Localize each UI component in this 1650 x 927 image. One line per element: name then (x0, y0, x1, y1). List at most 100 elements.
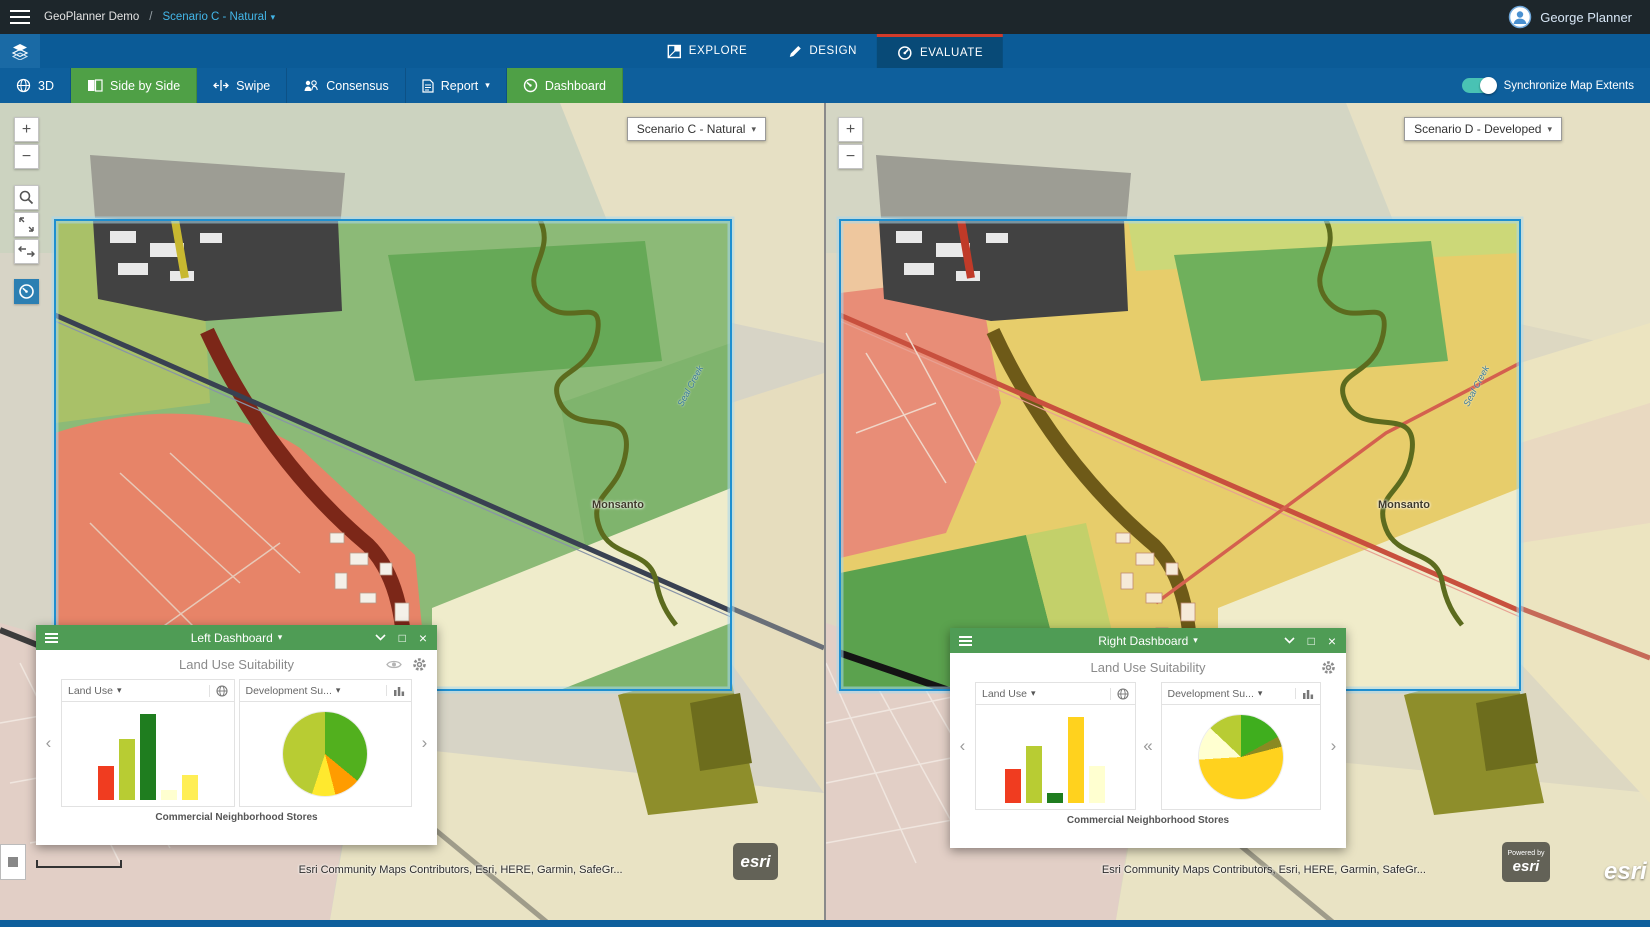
tab-evaluate[interactable]: EVALUATE (877, 34, 1003, 68)
tab-explore[interactable]: EXPLORE (647, 34, 768, 68)
zoom-out-button[interactable]: − (838, 144, 863, 169)
dashboard-gauge-icon (15, 280, 38, 303)
globe-icon[interactable] (209, 685, 228, 697)
carousel-prev-button[interactable]: ‹ (952, 682, 973, 810)
left-dashboard-title[interactable]: Left Dashboard ▾ (191, 631, 283, 645)
swipe-button[interactable]: Swipe (197, 68, 287, 103)
chevron-down-icon: ▾ (271, 12, 276, 23)
chevron-down-icon: ▾ (1031, 688, 1036, 699)
settings-gear-icon[interactable] (412, 657, 427, 672)
chevron-down-icon: ▾ (278, 632, 283, 643)
bar-segment (1026, 746, 1042, 803)
dashboard-menu-icon[interactable] (959, 636, 972, 645)
breadcrumb-separator: / (149, 11, 152, 23)
app-title: GeoPlanner Demo (44, 11, 139, 23)
zoom-in-button[interactable]: + (838, 117, 863, 142)
carousel-collapse-button[interactable]: « (1138, 682, 1159, 810)
chevron-down-icon: ▾ (751, 124, 756, 135)
carousel-next-button[interactable]: › (414, 679, 435, 807)
left-land-use-bar-chart (98, 702, 198, 806)
globe-icon[interactable] (1110, 688, 1129, 700)
map-attribution: Esri Community Maps Contributors, Esri, … (299, 864, 623, 876)
collapse-panel-icon[interactable] (375, 634, 386, 641)
full-extent-button[interactable] (14, 212, 39, 237)
right-map-pane: + − Scenario D - Developed ▾ Monsanto Se… (826, 103, 1650, 920)
land-use-chart-card: Land Use ▾ (61, 679, 235, 807)
bar-segment (1047, 793, 1063, 803)
bottom-accent-bar (0, 920, 1650, 927)
user-name[interactable]: George Planner (1540, 10, 1632, 25)
synchronize-extents-label: Synchronize Map Extents (1504, 80, 1634, 92)
zoom-out-button[interactable]: − (14, 144, 39, 169)
layers-panel-button[interactable] (0, 34, 40, 68)
layers-icon (11, 42, 29, 60)
collapse-panel-icon[interactable] (1284, 637, 1295, 644)
pencil-icon (787, 44, 802, 59)
expand-arrows-icon (15, 213, 38, 236)
carousel-next-button[interactable]: › (1323, 682, 1344, 810)
maximize-panel-icon[interactable]: □ (399, 632, 406, 644)
right-development-suitability-pie-chart (1199, 715, 1283, 799)
left-scenario-selector[interactable]: Scenario C - Natural ▾ (627, 117, 766, 141)
development-suitability-chart-card: Development Su... ▾ (1161, 682, 1322, 810)
settings-gear-icon[interactable] (1321, 660, 1336, 675)
consensus-button[interactable]: Consensus (287, 68, 406, 103)
corner-widget[interactable] (0, 844, 26, 880)
dashboard-menu-icon[interactable] (45, 633, 58, 642)
chevron-down-icon: ▾ (1258, 688, 1263, 699)
close-panel-icon[interactable]: × (1328, 635, 1336, 647)
left-development-suitability-pie-chart (283, 712, 367, 796)
maximize-panel-icon[interactable]: □ (1308, 635, 1315, 647)
breadcrumb-scenario-dropdown[interactable]: Scenario C - Natural ▾ (162, 11, 275, 23)
card-title[interactable]: Development Su... (1168, 688, 1254, 700)
side-by-side-button[interactable]: Side by Side (71, 68, 197, 103)
dashboard-button[interactable]: Dashboard (507, 68, 623, 103)
bar-segment (1068, 717, 1084, 803)
chevron-down-icon: ▾ (1547, 124, 1552, 135)
scale-bar (36, 860, 122, 868)
swipe-icon (213, 79, 229, 92)
search-tool-button[interactable] (14, 185, 39, 210)
powered-by-esri-logo[interactable]: Powered by esri (1502, 842, 1550, 882)
bar-segment (119, 739, 135, 800)
3d-button[interactable]: 3D (0, 68, 71, 103)
primary-nav-bar: EXPLORE DESIGN EVALUATE (0, 34, 1650, 68)
main-menu-icon[interactable] (10, 10, 30, 24)
development-suitability-chart-card: Development Su... ▾ (239, 679, 413, 807)
bar-chart-icon[interactable] (386, 685, 405, 696)
esri-logo[interactable]: esri (733, 843, 778, 880)
extent-nav-button[interactable] (14, 239, 39, 264)
card-title[interactable]: Land Use (68, 685, 113, 697)
dashboard-tool-button[interactable] (14, 279, 39, 304)
left-dashboard-header[interactable]: Left Dashboard ▾ □ × (36, 625, 437, 650)
right-dashboard-header[interactable]: Right Dashboard ▾ □ × (950, 628, 1346, 653)
right-scenario-selector[interactable]: Scenario D - Developed ▾ (1404, 117, 1562, 141)
land-use-chart-card: Land Use ▾ (975, 682, 1136, 810)
report-button[interactable]: Report ▾ (406, 68, 507, 103)
close-panel-icon[interactable]: × (419, 632, 427, 644)
left-map-pane: + − (0, 103, 824, 920)
esri-logo: esri (1604, 858, 1647, 886)
consensus-icon (303, 79, 319, 92)
card-title[interactable]: Development Su... (246, 685, 332, 697)
card-title[interactable]: Land Use (982, 688, 1027, 700)
evaluate-toolbar: 3D Side by Side Swipe Consens (0, 68, 1650, 103)
top-bar: GeoPlanner Demo / Scenario C - Natural ▾… (0, 0, 1650, 34)
map-attribution: Esri Community Maps Contributors, Esri, … (1102, 864, 1426, 876)
globe-icon (16, 78, 31, 93)
right-dashboard-panel: Right Dashboard ▾ □ × Land Use Suitabili… (950, 628, 1346, 848)
chevron-down-icon: ▾ (485, 80, 490, 91)
left-dashboard-panel: Left Dashboard ▾ □ × Land Use Suitabilit… (36, 625, 437, 845)
side-by-side-icon (87, 79, 103, 92)
tab-design[interactable]: DESIGN (767, 34, 877, 68)
bar-segment (182, 775, 198, 800)
report-icon (422, 79, 434, 93)
map-panes: + − (0, 103, 1650, 920)
zoom-in-button[interactable]: + (14, 117, 39, 142)
user-avatar-icon[interactable] (1508, 5, 1532, 29)
carousel-prev-button[interactable]: ‹ (38, 679, 59, 807)
visibility-eye-icon[interactable] (386, 659, 402, 670)
bar-chart-icon[interactable] (1295, 688, 1314, 699)
right-dashboard-title[interactable]: Right Dashboard ▾ (1098, 634, 1198, 648)
synchronize-extents-toggle[interactable] (1462, 78, 1496, 93)
